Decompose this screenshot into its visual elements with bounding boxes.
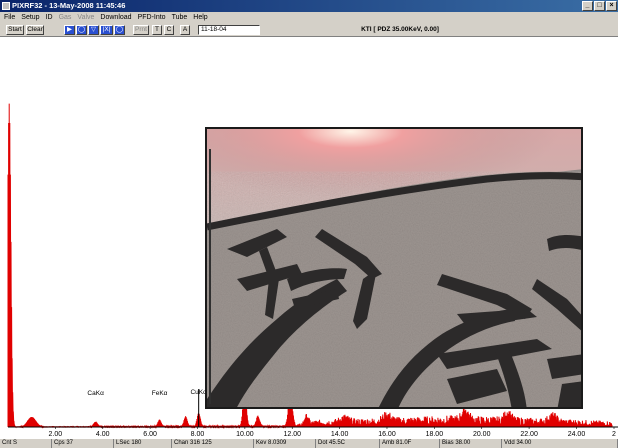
x-tick-label: 14.00 — [331, 431, 349, 438]
camera-image — [207, 129, 581, 407]
status-bar: Cnt S Cps 37 LSec 180 Chan 316 125 Kev 8.030… — [0, 439, 618, 448]
x-tick-label: 2.00 — [49, 431, 63, 438]
clear-button[interactable]: Clear — [26, 25, 44, 35]
status-cell: Cps 37 — [52, 439, 114, 448]
menu-item-valve[interactable]: Valve — [77, 14, 94, 21]
down-arrow-icon[interactable]: ▽ — [88, 25, 99, 35]
status-cell: Amb 81.0F — [380, 439, 440, 448]
menu-item-download[interactable]: Download — [100, 14, 131, 21]
menu-item-help[interactable]: Help — [193, 14, 207, 21]
status-cell: Bias 38.00 — [440, 439, 502, 448]
circle-icon[interactable]: ◯ — [114, 25, 125, 35]
spectrum-plot[interactable]: 2.00 4.00 6.00 8.00 10.00 12.00 14.00 16.00 18.0… — [0, 37, 618, 439]
date-field[interactable]: 11-18-04 — [198, 25, 260, 35]
app-icon — [2, 2, 10, 10]
x-tick-label: 4.00 — [96, 431, 110, 438]
menu-bar: File Setup ID Gas Valve Download PFD-Into Tube H… — [0, 12, 618, 23]
play-icon[interactable]: ▶ — [64, 25, 75, 35]
print-button[interactable]: Prnt — [133, 25, 149, 35]
window-controls: _ □ × — [582, 1, 617, 11]
menu-item-tube[interactable]: Tube — [172, 14, 188, 21]
menu-item-gas[interactable]: Gas — [59, 14, 72, 21]
start-button[interactable]: Start — [6, 25, 24, 35]
x-tick-label: 8.00 — [191, 431, 205, 438]
camera-view — [205, 127, 583, 409]
peak-label: FeKα — [152, 390, 168, 397]
menu-item-pfd-into[interactable]: PFD-Into — [138, 14, 166, 21]
peak-label: CaKα — [87, 390, 104, 397]
x-tick-label: 10.00 — [236, 431, 254, 438]
x-tick-label: 22.00 — [520, 431, 538, 438]
title-bar[interactable]: PIXRF32 - 13-May-2008 11:45:46 _ □ × — [0, 0, 618, 12]
toolbar: Start Clear ▶ ◯ ▽ |X| ◯ Prnt T C A 11-18… — [0, 23, 618, 37]
maximize-button[interactable]: □ — [594, 1, 605, 11]
stop-icon[interactable]: ◯ — [76, 25, 87, 35]
menu-item-file[interactable]: File — [4, 14, 15, 21]
c-button[interactable]: C — [164, 25, 174, 35]
status-cell: Chan 316 125 — [172, 439, 254, 448]
t-button[interactable]: T — [152, 25, 162, 35]
status-cell: Cnt S — [0, 439, 52, 448]
window-title: PIXRF32 - 13-May-2008 11:45:46 — [12, 1, 126, 10]
status-cell: Dot 45.5C — [316, 439, 380, 448]
x-tick-label: 18.00 — [426, 431, 444, 438]
status-cell: Kev 8.0309 — [254, 439, 316, 448]
a-button[interactable]: A — [180, 25, 190, 35]
step-icon[interactable]: |X| — [100, 25, 113, 35]
x-tick-label: 20.00 — [473, 431, 491, 438]
minimize-button[interactable]: _ — [582, 1, 593, 11]
x-tick-label: 24.00 — [568, 431, 586, 438]
status-cell: LSec 180 — [114, 439, 172, 448]
x-tick-label: 6.00 — [143, 431, 157, 438]
status-cell: Vdd 34.00 — [502, 439, 618, 448]
spectrum-status-text: KTI [ PDZ 35.00KeV, 0.00] — [361, 26, 439, 33]
x-tick-label: 2 — [612, 431, 616, 438]
x-tick-label: 12.00 — [283, 431, 301, 438]
close-button[interactable]: × — [606, 1, 617, 11]
x-tick-label: 16.00 — [378, 431, 396, 438]
menu-item-setup[interactable]: Setup — [21, 14, 39, 21]
menu-item-id[interactable]: ID — [46, 14, 53, 21]
